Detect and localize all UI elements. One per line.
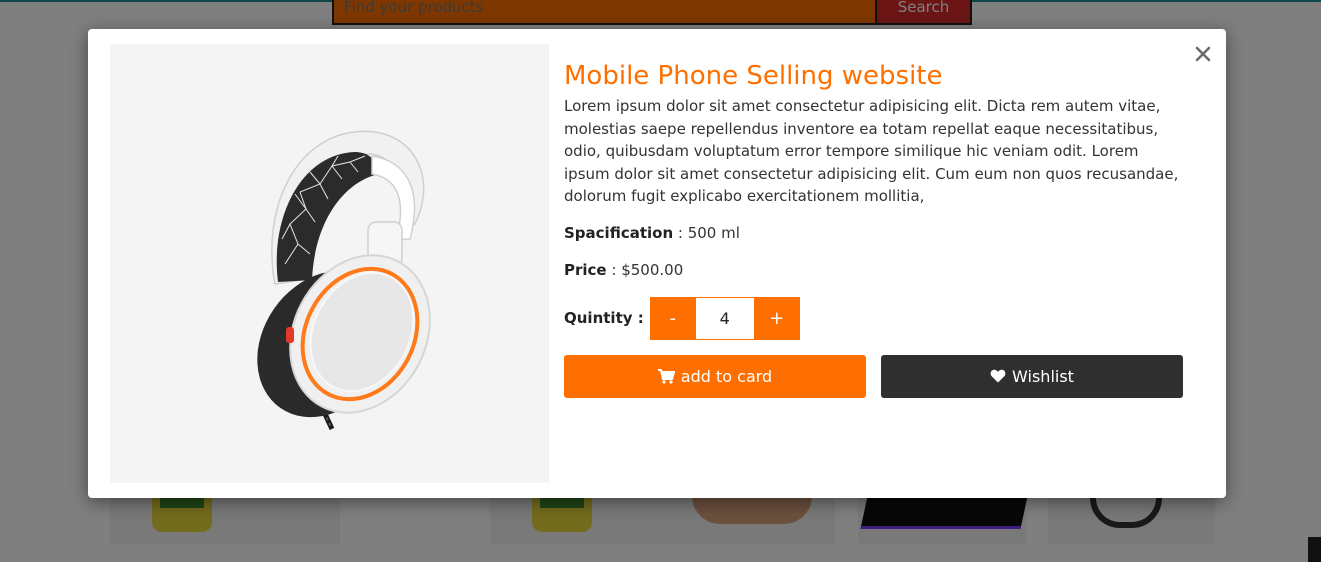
close-button[interactable] (1191, 44, 1215, 68)
price-label: Price (564, 260, 607, 279)
product-description: Lorem ipsum dolor sit amet consectetur a… (564, 97, 1179, 206)
action-buttons: add to card Wishlist (564, 354, 1186, 398)
shopping-cart-icon (657, 368, 675, 384)
add-to-cart-label: add to card (680, 366, 773, 386)
product-title: Mobile Phone Selling website (564, 61, 943, 91)
price-row: Price : $500.00 (564, 259, 1186, 281)
quantity-stepper: Quintity : - + (564, 296, 1186, 340)
specification-label: Spacification (564, 223, 674, 242)
specification-row: Spacification : 500 ml (564, 222, 1186, 244)
price-value: $500.00 (621, 260, 684, 279)
product-image (110, 44, 549, 483)
quick-view-modal: Mobile Phone Selling website Lorem ipsum… (88, 29, 1226, 498)
wishlist-label: Wishlist (1012, 366, 1074, 386)
specification-value: 500 ml (687, 223, 740, 242)
specification-separator: : (673, 223, 688, 242)
quantity-input[interactable] (695, 296, 754, 340)
wishlist-button[interactable]: Wishlist (881, 354, 1183, 398)
quantity-label: Quintity : (564, 309, 644, 328)
headphones-image (257, 130, 431, 431)
heart-icon (990, 369, 1006, 383)
add-to-cart-button[interactable]: add to card (564, 354, 866, 398)
quantity-increase-button[interactable]: + (753, 296, 800, 340)
quantity-decrease-button[interactable]: - (649, 296, 696, 340)
product-info: Mobile Phone Selling website Lorem ipsum… (564, 59, 1186, 398)
price-separator: : (606, 260, 622, 279)
close-icon (1195, 46, 1211, 66)
